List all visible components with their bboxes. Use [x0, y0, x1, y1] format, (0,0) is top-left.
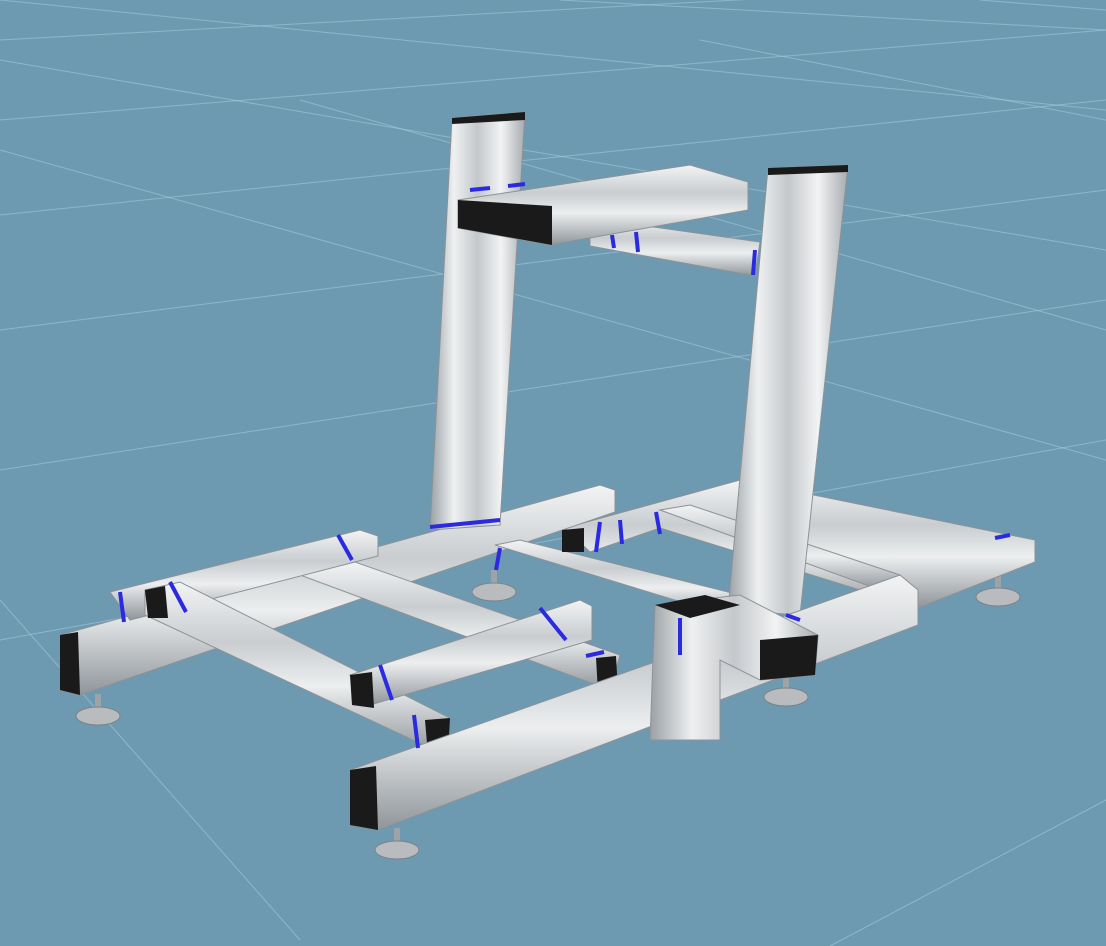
end-cap — [350, 766, 378, 830]
grid-line — [979, 0, 1106, 11]
extrusion-frame-model[interactable] — [59, 111, 1036, 860]
leveling-foot — [975, 587, 1021, 607]
end-cap — [60, 632, 80, 695]
connector-bracket — [469, 186, 491, 192]
grid-line — [699, 39, 1106, 121]
3d-viewport[interactable] — [0, 0, 1106, 946]
end-cap — [760, 635, 818, 680]
end-cap — [562, 528, 584, 552]
connector-bracket — [507, 182, 526, 188]
ground-grid — [0, 0, 1106, 946]
connector-bracket — [610, 234, 616, 249]
leveling-foot — [763, 687, 809, 707]
leveling-foot — [471, 582, 517, 602]
connector-bracket — [751, 249, 757, 276]
grid-line — [559, 0, 1106, 31]
grid-line — [0, 299, 1106, 471]
end-cap — [350, 672, 374, 708]
grid-line — [0, 0, 1106, 111]
grid-line — [829, 799, 1106, 946]
connector-bracket — [634, 231, 640, 253]
upright-left[interactable] — [429, 111, 526, 531]
leveling-foot — [75, 706, 121, 726]
connector-bracket — [618, 519, 624, 545]
grid-line — [0, 29, 1106, 121]
end-cap — [145, 586, 168, 618]
grid-line — [0, 0, 747, 41]
leveling-foot — [374, 840, 420, 860]
